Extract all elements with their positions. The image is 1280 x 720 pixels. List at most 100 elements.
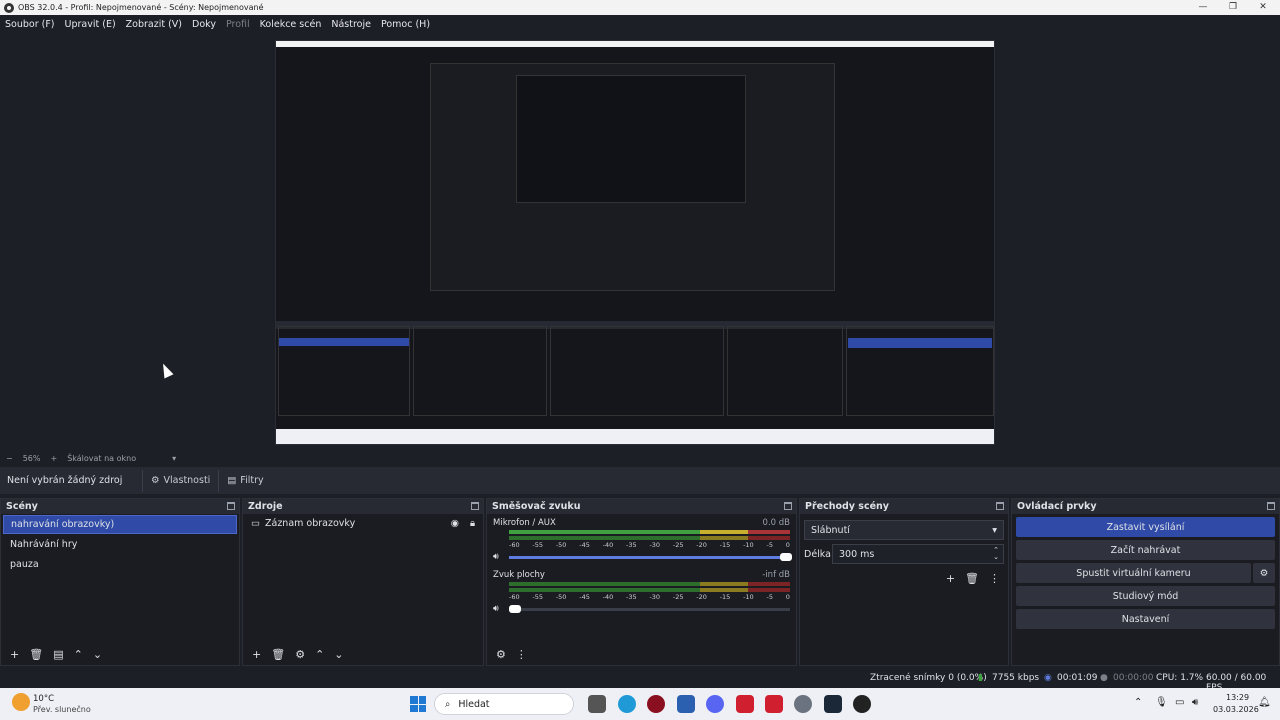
- studio-mode-button[interactable]: Studiový mód: [1016, 586, 1275, 606]
- windows-start-icon[interactable]: [410, 696, 426, 712]
- start-virtual-camera-button[interactable]: Spustit virtuální kameru: [1016, 563, 1251, 583]
- zoom-in-button[interactable]: +: [50, 454, 57, 463]
- close-icon[interactable]: ✕: [1248, 0, 1278, 15]
- maximize-icon[interactable]: ❐: [1218, 0, 1248, 15]
- discord-icon[interactable]: [706, 695, 724, 713]
- add-transition-icon[interactable]: +: [946, 572, 955, 585]
- mixer-track-mic: Mikrofon / AUX 0.0 dB -60 -55 -50 -45 -40 -35-…: [493, 518, 792, 562]
- app-icon[interactable]: [647, 695, 665, 713]
- obs-icon[interactable]: [853, 695, 871, 713]
- undock-icon[interactable]: [1267, 502, 1275, 510]
- menu-profile[interactable]: Profil: [226, 19, 250, 30]
- duration-spinbox[interactable]: 300 ms ⌃ ⌄: [832, 544, 1004, 564]
- app-icon[interactable]: [765, 695, 783, 713]
- signal-icon: ▮: [978, 673, 983, 683]
- speaker-icon[interactable]: 🔊︎: [493, 604, 505, 614]
- trash-icon[interactable]: 🗑: [271, 648, 285, 661]
- taskbar-search[interactable]: ⌕ Hledat: [434, 693, 574, 715]
- clock-time[interactable]: 13:29: [1226, 693, 1249, 702]
- chevron-up-icon[interactable]: ⌃: [1134, 697, 1142, 708]
- add-scene-button[interactable]: +: [10, 648, 19, 661]
- filters-label: Filtry: [240, 475, 264, 486]
- spin-arrows-icon[interactable]: ⌃ ⌄: [993, 547, 999, 561]
- menu-scene-collection[interactable]: Kolekce scén: [260, 19, 322, 30]
- scenes-footer: + 🗑 ▤ ⌃ ⌄: [1, 643, 239, 665]
- volume-icon[interactable]: 🔊︎: [1192, 697, 1198, 708]
- move-up-icon[interactable]: ⌃: [74, 648, 83, 661]
- move-down-icon[interactable]: ⌄: [93, 648, 102, 661]
- meter-ticks: -60 -55 -50 -45 -40 -35 -30 -25 -20 -15 -10 -5 0: [509, 593, 790, 601]
- chevron-down-icon[interactable]: ▾: [172, 454, 176, 463]
- task-view-icon[interactable]: [588, 695, 606, 713]
- windows-taskbar: 10°C Přev. slunečno ⌕ Hledat ⌃ 🎙︎ ▭ 🔊︎ 1…: [0, 688, 1280, 720]
- no-source-label: Není vybrán žádný zdroj: [7, 475, 123, 486]
- filters-button[interactable]: ▤ Filtry: [218, 469, 271, 492]
- menu-docks[interactable]: Doky: [192, 19, 216, 30]
- minimize-icon[interactable]: —: [1188, 0, 1218, 15]
- cpu-usage: CPU: 1.7%: [1156, 673, 1204, 683]
- filter-icon[interactable]: ▤: [53, 648, 63, 661]
- lock-icon[interactable]: 🔒︎: [470, 518, 475, 529]
- menu-edit[interactable]: Upravit (E): [65, 19, 116, 30]
- volume-slider[interactable]: 🔊︎: [493, 604, 790, 614]
- scene-item[interactable]: Nahrávání hry: [3, 535, 237, 554]
- microphone-icon[interactable]: 🎙︎: [1155, 697, 1168, 708]
- menu-file[interactable]: Soubor (F): [5, 19, 55, 30]
- speaker-icon[interactable]: 🔊︎: [493, 552, 505, 562]
- move-down-icon[interactable]: ⌄: [334, 648, 343, 661]
- mixer-header: Směšovač zvuku: [487, 499, 796, 514]
- menu-view[interactable]: Zobrazit (V): [126, 19, 182, 30]
- record-icon: ●: [1100, 673, 1108, 683]
- search-label: Hledat: [458, 698, 490, 710]
- scenes-title: Scény: [6, 501, 38, 512]
- source-label: Záznam obrazovky: [264, 518, 356, 529]
- undock-icon[interactable]: [471, 502, 479, 510]
- stream-time: 00:01:09: [1057, 673, 1098, 683]
- track-name: Mikrofon / AUX: [493, 518, 556, 528]
- notes-icon[interactable]: [677, 695, 695, 713]
- clock-date[interactable]: 03.03.2026: [1213, 705, 1259, 714]
- scene-item[interactable]: nahravání obrazovky): [3, 515, 237, 534]
- scenes-header: Scény: [1, 499, 239, 514]
- properties-button[interactable]: ⚙ Vlastnosti: [142, 469, 218, 492]
- add-source-button[interactable]: +: [252, 648, 261, 661]
- settings-button[interactable]: Nastavení: [1016, 609, 1275, 629]
- source-item[interactable]: ▭ Záznam obrazovky ◉ 🔒︎: [243, 514, 483, 533]
- volume-slider[interactable]: 🔊︎: [493, 552, 792, 562]
- network-icon[interactable]: ▭: [1175, 697, 1184, 708]
- undock-icon[interactable]: [784, 502, 792, 510]
- more-options-icon[interactable]: ⋮: [989, 572, 1000, 585]
- menu-tools[interactable]: Nástroje: [331, 19, 371, 30]
- undock-icon[interactable]: [996, 502, 1004, 510]
- transition-select[interactable]: Slábnutí ▾: [804, 520, 1004, 540]
- zoom-out-button[interactable]: −: [6, 454, 13, 463]
- gear-icon[interactable]: ⚙: [1253, 563, 1275, 583]
- stop-streaming-button[interactable]: Zastavit vysílání: [1016, 517, 1275, 537]
- scene-item[interactable]: pauza: [3, 555, 237, 574]
- gear-icon[interactable]: ⚙: [295, 648, 305, 661]
- menu-help[interactable]: Pomoc (H): [381, 19, 430, 30]
- steam-icon[interactable]: [824, 695, 842, 713]
- trash-icon[interactable]: 🗑: [29, 648, 43, 661]
- weather-icon[interactable]: [12, 693, 30, 711]
- trash-icon[interactable]: 🗑: [965, 572, 979, 585]
- scale-select[interactable]: Škálovat na okno: [67, 454, 136, 463]
- start-recording-button[interactable]: Začít nahrávat: [1016, 540, 1275, 560]
- transitions-header: Přechody scény: [800, 499, 1008, 514]
- notifications-icon[interactable]: 🔔︎: [1258, 697, 1271, 708]
- sources-title: Zdroje: [248, 501, 283, 512]
- obs-logo-icon: [4, 2, 14, 13]
- title-bar: OBS 32.0.4 - Profil: Nepojmenované - Scé…: [0, 0, 1280, 15]
- stream-icon: ◉: [1044, 673, 1052, 683]
- controls-dock: Ovládací prvky Zastavit vysílání Začít n…: [1011, 498, 1280, 666]
- eye-icon[interactable]: ◉: [451, 518, 459, 529]
- more-options-icon[interactable]: ⋮: [516, 648, 527, 661]
- preview-canvas[interactable]: [0, 33, 1280, 451]
- settings-icon[interactable]: [794, 695, 812, 713]
- mixer-settings-icon[interactable]: ⚙: [496, 648, 506, 661]
- undock-icon[interactable]: [227, 502, 235, 510]
- move-up-icon[interactable]: ⌃: [315, 648, 324, 661]
- menu-bar: Soubor (F) Upravit (E) Zobrazit (V) Doky…: [0, 15, 1280, 33]
- edge-icon[interactable]: [618, 695, 636, 713]
- app-icon[interactable]: [736, 695, 754, 713]
